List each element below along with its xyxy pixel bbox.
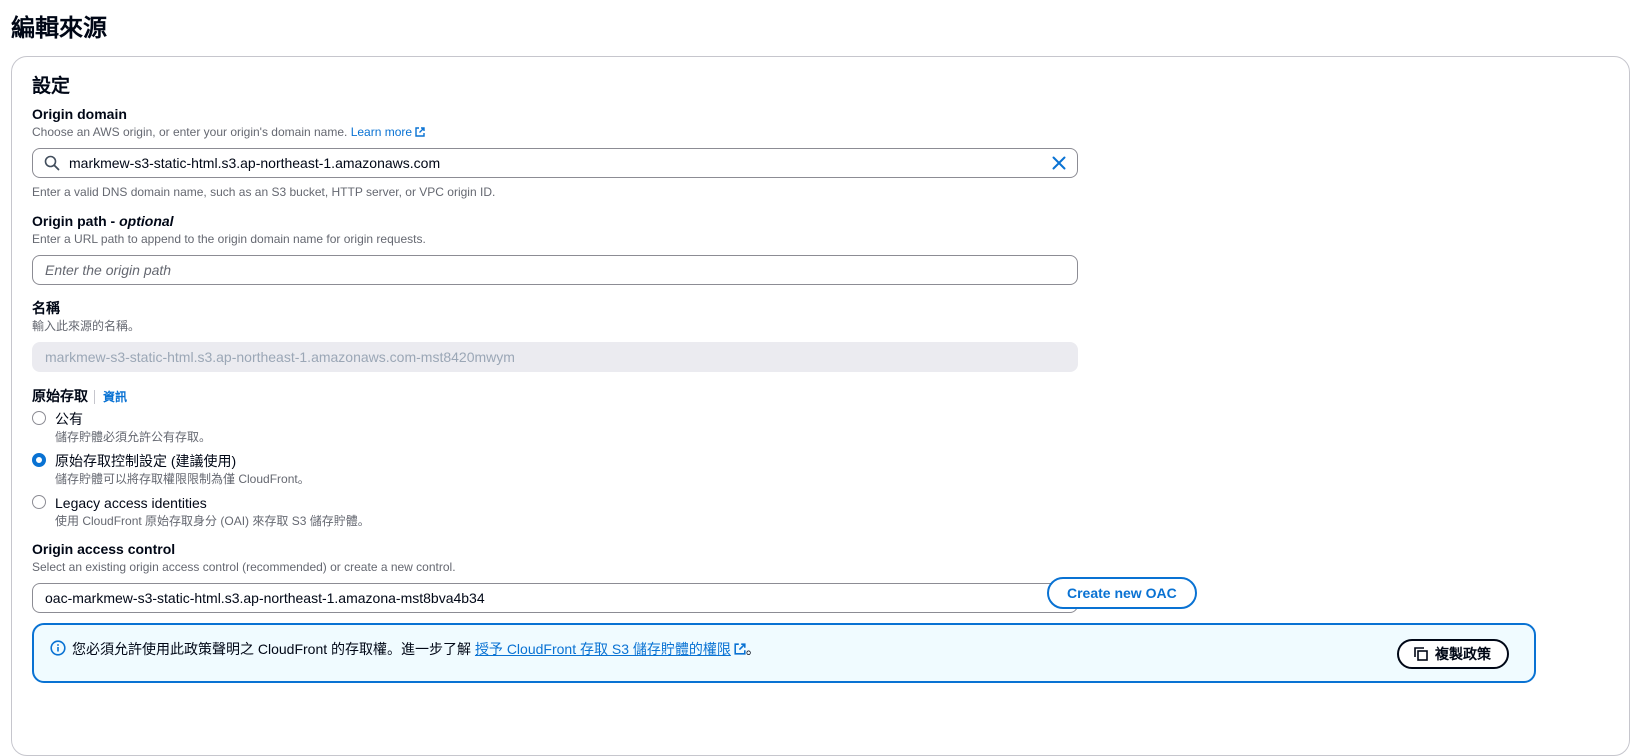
origin-access-control-description: Select an existing origin access control… — [32, 560, 456, 574]
origin-domain-label: Origin domain — [32, 106, 127, 122]
learn-more-link[interactable]: Learn more — [351, 125, 425, 139]
radio-label-public: 公有 — [55, 411, 83, 427]
radio-label-oac: 原始存取控制設定 (建議使用) — [55, 453, 237, 469]
origin-path-placeholder: Enter the origin path — [45, 262, 172, 278]
name-label: 名稱 — [32, 300, 60, 316]
grant-access-link[interactable]: 授予 CloudFront 存取 S3 儲存貯體的權限 — [475, 641, 731, 657]
radio-desc-public: 儲存貯體必須允許公有存取。 — [55, 430, 212, 444]
origin-access-label: 原始存取 資訊 — [32, 388, 128, 404]
external-link-icon — [734, 643, 746, 655]
search-icon — [44, 155, 60, 171]
radio-option-oac[interactable]: 原始存取控制設定 (建議使用) 儲存貯體可以將存取權限限制為僅 CloudFro… — [32, 452, 310, 487]
origin-path-field: Origin path - optional Enter a URL path … — [32, 212, 1078, 285]
name-input: markmew-s3-static-html.s3.ap-northeast-1… — [32, 342, 1078, 372]
origin-domain-input[interactable]: markmew-s3-static-html.s3.ap-northeast-1… — [32, 148, 1078, 178]
external-link-icon — [415, 127, 425, 137]
radio-button-oac[interactable] — [32, 453, 46, 467]
info-icon — [50, 640, 66, 656]
radio-desc-legacy: 使用 CloudFront 原始存取身分 (OAI) 來存取 S3 儲存貯體。 — [55, 514, 370, 528]
name-value: markmew-s3-static-html.s3.ap-northeast-1… — [45, 349, 515, 365]
radio-button-public[interactable] — [32, 411, 46, 425]
origin-path-label: Origin path - optional — [32, 213, 174, 229]
settings-container: 設定 Origin domain Choose an AWS origin, o… — [11, 56, 1630, 756]
close-icon[interactable] — [1051, 155, 1067, 171]
create-new-oac-button[interactable]: Create new OAC — [1047, 577, 1197, 609]
copy-icon — [1414, 647, 1428, 661]
copy-policy-button[interactable]: 複製政策 — [1397, 639, 1509, 669]
info-alert: 您必須允許使用此政策聲明之 CloudFront 的存取權。進一步了解 授予 C… — [32, 623, 1536, 683]
page-title: 編輯來源 — [11, 15, 107, 42]
radio-desc-oac: 儲存貯體可以將存取權限限制為僅 CloudFront。 — [55, 472, 310, 486]
origin-access-control-label: Origin access control — [32, 541, 176, 557]
origin-access-control-select[interactable]: oac-markmew-s3-static-html.s3.ap-northea… — [32, 583, 1078, 613]
radio-button-legacy[interactable] — [32, 495, 46, 509]
radio-option-public[interactable]: 公有 儲存貯體必須允許公有存取。 — [32, 410, 211, 445]
name-field: 名稱 輸入此來源的名稱。 markmew-s3-static-html.s3.a… — [32, 299, 1078, 372]
radio-label-legacy: Legacy access identities — [55, 495, 207, 511]
origin-domain-hint: Enter a valid DNS domain name, such as a… — [32, 185, 496, 199]
name-description: 輸入此來源的名稱。 — [32, 319, 141, 333]
origin-domain-field: Origin domain Choose an AWS origin, or e… — [32, 105, 1078, 200]
origin-domain-description: Choose an AWS origin, or enter your orig… — [32, 124, 1078, 140]
origin-access-control-field: Origin access control Select an existing… — [32, 540, 1078, 613]
radio-option-legacy[interactable]: Legacy access identities 使用 CloudFront 原… — [32, 494, 370, 529]
origin-path-input[interactable]: Enter the origin path — [32, 255, 1078, 285]
origin-access-control-value: oac-markmew-s3-static-html.s3.ap-northea… — [45, 590, 485, 606]
origin-path-description: Enter a URL path to append to the origin… — [32, 232, 426, 246]
alert-text: 您必須允許使用此政策聲明之 CloudFront 的存取權。進一步了解 授予 C… — [72, 641, 760, 657]
origin-domain-value: markmew-s3-static-html.s3.ap-northeast-1… — [69, 155, 441, 171]
origin-access-field: 原始存取 資訊 — [32, 387, 1078, 406]
info-link[interactable]: 資訊 — [94, 390, 128, 404]
settings-title: 設定 — [32, 76, 71, 97]
